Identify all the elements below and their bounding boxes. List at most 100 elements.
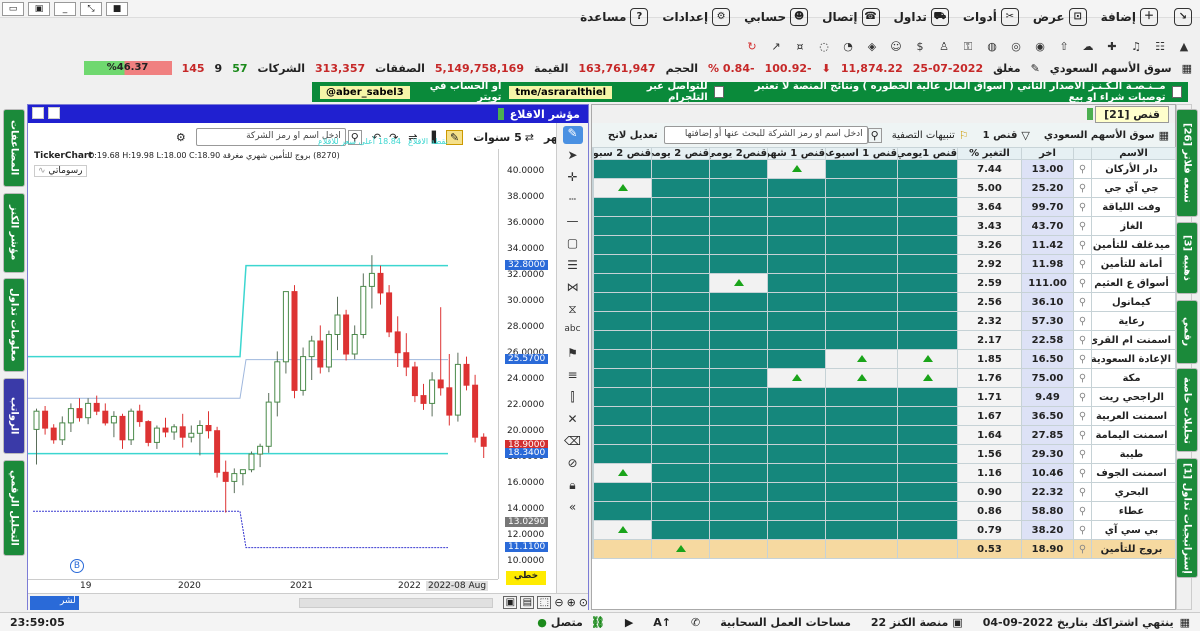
table-row[interactable]: مكة ⚲ 75.00 1.76 bbox=[592, 368, 1176, 388]
chat-icon[interactable]: ◌ bbox=[816, 40, 832, 54]
pin-icon[interactable]: ✚ bbox=[1104, 40, 1120, 54]
column-header[interactable]: آخر bbox=[1021, 147, 1074, 160]
alert-icon[interactable]: ⚐ bbox=[959, 129, 969, 142]
stock-name[interactable]: بروج للتأمين bbox=[1091, 539, 1176, 559]
dollar-icon[interactable]: ¤ bbox=[792, 40, 808, 54]
column-header[interactable]: قنص 2 يومي bbox=[651, 147, 710, 160]
menu-add[interactable]: ＋ إضافة bbox=[1101, 8, 1158, 26]
pin-icon[interactable]: ⚲ bbox=[1073, 216, 1092, 236]
column-header[interactable]: قنص 1 اسبوعي bbox=[825, 147, 898, 160]
banner-checkbox[interactable] bbox=[1171, 86, 1182, 98]
right-tab-3[interactable]: تحليلات خاصة bbox=[1176, 368, 1198, 452]
menu-help[interactable]: ? مساعدة bbox=[580, 8, 649, 26]
stock-name[interactable]: عطاء bbox=[1091, 501, 1176, 521]
menu-user[interactable]: ☻ حسابي bbox=[744, 8, 809, 26]
video-icon[interactable]: ▶ bbox=[625, 616, 633, 629]
pin-icon[interactable]: ⚲ bbox=[1073, 539, 1092, 559]
column-header[interactable] bbox=[1073, 147, 1092, 160]
left-tab-1[interactable]: مؤشر الكنز bbox=[3, 193, 25, 273]
alerts-button[interactable]: تنبيهات التصفية bbox=[892, 130, 955, 141]
telegram-checkbox[interactable] bbox=[713, 86, 725, 98]
pin-icon[interactable]: ⚲ bbox=[1073, 235, 1092, 255]
table-row[interactable]: الراجحي ريت ⚲ 9.49 1.71 bbox=[592, 387, 1176, 407]
market-name[interactable]: سوق الأسهم السعودي bbox=[1050, 62, 1172, 75]
zoom-fit-icon[interactable]: ▤ bbox=[520, 596, 535, 609]
menu-tools[interactable]: ✂ أدوات bbox=[963, 8, 1019, 26]
left-tab-4[interactable]: التحليل الرقمي bbox=[3, 460, 25, 556]
flask-icon[interactable]: ♙ bbox=[936, 40, 952, 54]
menu-phone[interactable]: ☎ إتصال bbox=[822, 8, 880, 26]
table-row[interactable]: أمانة للتأمين ⚲ 11.98 2.92 bbox=[592, 254, 1176, 274]
stock-name[interactable]: اسمنت العربية bbox=[1091, 406, 1176, 426]
table-row[interactable]: ميدغلف للتأمين ⚲ 11.42 3.26 bbox=[592, 235, 1176, 255]
pin-icon[interactable]: ⚲ bbox=[1073, 254, 1092, 274]
left-tab-0[interactable]: المضاعفات bbox=[3, 109, 25, 187]
font-size-icon[interactable]: ↑A bbox=[653, 616, 671, 629]
period-icon[interactable]: ⇄ bbox=[525, 131, 534, 144]
stock-name[interactable]: اسمنت الجوف bbox=[1091, 463, 1176, 483]
pin-icon[interactable]: ⚲ bbox=[1073, 159, 1092, 179]
news-icon[interactable]: ☷ bbox=[1152, 40, 1168, 54]
price-chart[interactable]: TickerChart (8270) بروج للتأمين شهري مغر… bbox=[28, 137, 498, 579]
right-tab-0[interactable]: تسعه فلاتر [26] bbox=[1176, 109, 1198, 217]
pin-icon[interactable]: ⚲ bbox=[1073, 482, 1092, 502]
chart-scrollbar[interactable] bbox=[298, 597, 494, 608]
stock-name[interactable]: مكة bbox=[1091, 368, 1176, 388]
table-row[interactable]: عطاء ⚲ 58.80 0.86 bbox=[592, 501, 1176, 521]
linear-scale-toggle[interactable]: خطي bbox=[506, 571, 546, 585]
table-row[interactable]: بي سي آي ⚲ 38.20 0.79 bbox=[592, 520, 1176, 540]
menu-cart[interactable]: ⛟ تداول bbox=[894, 8, 949, 26]
stock-name[interactable]: جي آي جي bbox=[1091, 178, 1176, 198]
stock-name[interactable]: الراجحي ريت bbox=[1091, 387, 1176, 407]
column-header[interactable]: التغير % bbox=[957, 147, 1022, 160]
flag-tool-icon[interactable]: ⚑ bbox=[563, 346, 583, 364]
left-tab-2[interactable]: معلومات تداول bbox=[3, 278, 25, 372]
table-row[interactable]: اسمنت اليمامة ⚲ 27.85 1.64 bbox=[592, 425, 1176, 445]
fib-tool-icon[interactable]: ☰ bbox=[563, 258, 583, 276]
pencil-tool-icon[interactable]: ✎ bbox=[562, 126, 583, 144]
cursor-tool-icon[interactable]: ➤ bbox=[563, 148, 583, 166]
wave-tool-icon[interactable]: ⧖ bbox=[563, 302, 583, 320]
column-header[interactable]: قنص2 يومي bbox=[709, 147, 768, 160]
pin-icon[interactable]: ⚲ bbox=[1073, 387, 1092, 407]
pin-icon[interactable]: ⚲ bbox=[1073, 311, 1092, 331]
pattern-tool-icon[interactable]: ⋈ bbox=[563, 280, 583, 298]
column-header[interactable]: قنص 1يومي bbox=[897, 147, 958, 160]
pin-icon[interactable]: ⚲ bbox=[1073, 425, 1092, 445]
disc-icon[interactable]: ◎ bbox=[1008, 40, 1024, 54]
phone-status-icon[interactable]: ✆ bbox=[691, 616, 700, 629]
candle-tool-icon[interactable]: ⫿ bbox=[563, 390, 583, 408]
period-selector[interactable]: 5 سنوات bbox=[473, 131, 522, 144]
text-tool-icon[interactable]: abc bbox=[563, 324, 583, 342]
stock-name[interactable]: رعاية bbox=[1091, 311, 1176, 331]
delete-tool-icon[interactable]: ✕ bbox=[563, 412, 583, 430]
pin-icon[interactable]: ⚲ bbox=[1073, 444, 1092, 464]
scanner-tab[interactable]: قنص [21] bbox=[1095, 105, 1169, 123]
buy-marker[interactable]: B bbox=[70, 559, 84, 573]
hline-tool-icon[interactable]: — bbox=[563, 214, 583, 232]
edit-button[interactable]: تعديل لانح bbox=[608, 130, 658, 141]
pin-icon[interactable]: ⚲ bbox=[1073, 406, 1092, 426]
market-select[interactable]: سوق الأسهم السعودي bbox=[1044, 130, 1155, 141]
table-row[interactable]: اسمنت ام القرى ⚲ 22.58 2.17 bbox=[592, 330, 1176, 350]
stock-name[interactable]: دار الأركان bbox=[1091, 159, 1176, 179]
twitter-link[interactable]: aber_sabel3@ bbox=[320, 85, 410, 99]
trend-icon[interactable]: ↗ bbox=[768, 40, 784, 54]
lock-tool-icon[interactable]: 🔒︎ bbox=[563, 478, 583, 496]
pin-icon[interactable]: ⚲ bbox=[1073, 273, 1092, 293]
draw-pen-icon[interactable]: ✎ bbox=[445, 129, 464, 145]
stock-name[interactable]: وفت اللياقة bbox=[1091, 197, 1176, 217]
chart-settings-icon[interactable]: ⚙ bbox=[176, 131, 186, 144]
refresh-icon[interactable]: ↻ bbox=[744, 40, 760, 54]
table-row[interactable]: الغاز ⚲ 43.70 3.43 bbox=[592, 216, 1176, 236]
menu-view[interactable]: ⊡ عرض bbox=[1033, 8, 1087, 26]
cloud-workspaces[interactable]: مساحات العمل السحابية bbox=[720, 616, 851, 629]
zoom-reset-icon[interactable]: ⊙ bbox=[579, 596, 588, 609]
pin-icon[interactable]: ⚲ bbox=[1073, 349, 1092, 369]
pin-icon[interactable]: ⚲ bbox=[1073, 463, 1092, 483]
right-tab-1[interactable]: ذهبيه [3] bbox=[1176, 222, 1198, 294]
bell-icon[interactable]: ♫ bbox=[1128, 40, 1144, 54]
circle-icon[interactable]: ◍ bbox=[984, 40, 1000, 54]
table-row[interactable]: البحري ⚲ 22.32 0.90 bbox=[592, 482, 1176, 502]
telegram-link[interactable]: tme/asraralthiel bbox=[509, 85, 613, 99]
